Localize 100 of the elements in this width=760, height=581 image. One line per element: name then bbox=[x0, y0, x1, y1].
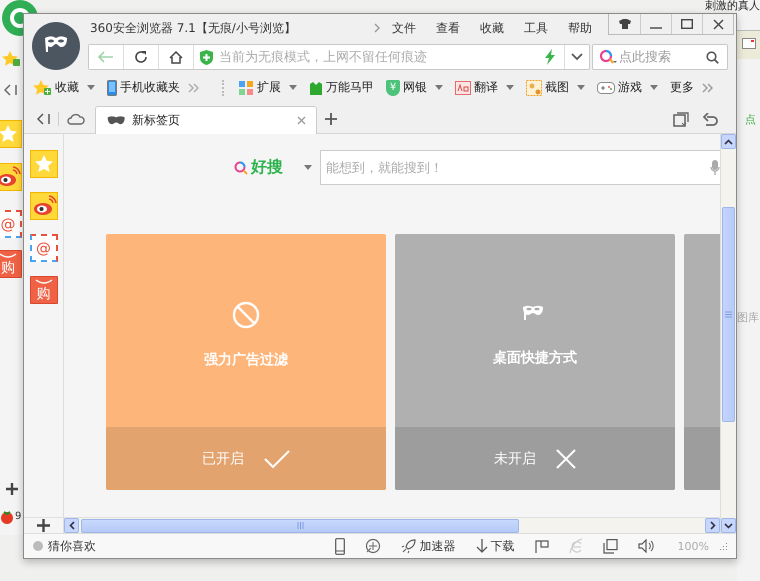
extension-grid-icon bbox=[238, 80, 254, 96]
mail-icon[interactable]: @ bbox=[30, 234, 58, 262]
scroll-down-button[interactable] bbox=[721, 518, 736, 533]
scroll-up-button[interactable] bbox=[721, 134, 736, 149]
bookmark-button[interactable]: 收藏 bbox=[32, 78, 79, 96]
bookmark-button[interactable]: 翻译 bbox=[455, 79, 498, 96]
chevron-down-icon bbox=[724, 522, 733, 528]
cloud-icon[interactable] bbox=[67, 113, 85, 125]
scroll-right-button[interactable] bbox=[705, 518, 720, 533]
microphone-icon[interactable] bbox=[710, 160, 720, 176]
menu-item[interactable]: 文件 bbox=[382, 20, 426, 36]
bookmark-button[interactable]: 截图 bbox=[526, 79, 569, 96]
translate-icon bbox=[455, 80, 471, 94]
chevron-right-icon bbox=[710, 521, 716, 530]
bookmark-button[interactable]: 更多 bbox=[670, 79, 694, 96]
maximize-button[interactable] bbox=[671, 14, 702, 34]
status-text: 未开启 bbox=[494, 450, 536, 468]
card-title: 强力广告过滤 bbox=[204, 350, 288, 368]
flag-icon bbox=[534, 540, 549, 552]
lightning-icon[interactable] bbox=[544, 49, 556, 65]
browser-tab[interactable]: 新标签页 bbox=[95, 106, 317, 134]
scroll-left-button[interactable] bbox=[64, 518, 79, 533]
checkmark-icon bbox=[264, 448, 290, 468]
status-text: 已开启 bbox=[202, 450, 244, 468]
counter-text: 9 bbox=[15, 511, 22, 523]
mail-icon[interactable]: @ bbox=[0, 210, 22, 238]
close-button[interactable] bbox=[702, 14, 733, 34]
menu-item[interactable]: 查看 bbox=[426, 20, 470, 36]
window-title: 360安全浏览器 7.1【无痕/小号浏览】 bbox=[90, 20, 297, 36]
phone-icon bbox=[334, 538, 345, 554]
dropdown-chevron-icon[interactable] bbox=[571, 53, 583, 61]
shirt-icon bbox=[618, 19, 630, 29]
colorful-search-icon[interactable] bbox=[599, 49, 617, 65]
plus-icon[interactable] bbox=[325, 113, 337, 125]
bookmark-button[interactable]: 手机收藏夹 bbox=[107, 79, 180, 96]
chevron-right-icon[interactable] bbox=[374, 23, 382, 33]
address-placeholder: 当前为无痕模式，上网不留任何痕迹 bbox=[219, 49, 428, 66]
grip-lines-icon bbox=[296, 522, 304, 529]
caret-icon[interactable] bbox=[577, 85, 585, 90]
card-title: 桌面快捷方式 bbox=[493, 348, 577, 366]
caret-icon[interactable] bbox=[506, 85, 514, 90]
search-placeholder: 点此搜索 bbox=[619, 49, 672, 66]
dot-icon bbox=[32, 540, 44, 552]
grip-lines-icon bbox=[725, 311, 732, 318]
caret-icon[interactable] bbox=[289, 85, 297, 90]
resize-grip-icon[interactable] bbox=[719, 542, 728, 550]
recommend-button[interactable]: 猜你喜欢 bbox=[32, 538, 96, 554]
caret-icon[interactable] bbox=[435, 85, 443, 90]
caret-icon[interactable] bbox=[87, 85, 95, 90]
mask-avatar-icon bbox=[32, 22, 80, 70]
download-arrow-icon bbox=[476, 538, 488, 554]
minimize-icon bbox=[650, 27, 662, 29]
bookmark-button[interactable]: 万能马甲 bbox=[309, 79, 374, 96]
vertical-scroll-thumb[interactable] bbox=[722, 207, 735, 422]
double-chevron-icon[interactable] bbox=[702, 82, 714, 92]
shield-icon bbox=[200, 50, 213, 64]
home-icon bbox=[169, 50, 183, 64]
menu-item[interactable]: 帮助 bbox=[558, 20, 602, 36]
refresh-icon bbox=[134, 50, 148, 64]
status-bar-button[interactable]: 下载 bbox=[476, 538, 515, 554]
phone-icon bbox=[107, 80, 117, 96]
star-icon[interactable] bbox=[0, 120, 22, 148]
back-arrow-icon bbox=[98, 51, 114, 63]
caret-icon[interactable] bbox=[650, 85, 658, 90]
caret-icon[interactable] bbox=[304, 165, 312, 170]
tomato-icon bbox=[0, 510, 14, 524]
maximize-icon bbox=[681, 19, 693, 29]
undo-icon[interactable] bbox=[703, 112, 718, 126]
menu-item[interactable]: 收藏 bbox=[470, 20, 514, 36]
chevron-up-icon bbox=[724, 138, 733, 144]
collapse-icon[interactable] bbox=[37, 113, 50, 125]
search-placeholder: 能想到，就能搜到！ bbox=[326, 160, 444, 176]
vest-icon bbox=[309, 80, 323, 94]
bookmark-button[interactable]: ¥ 网银 bbox=[386, 79, 427, 96]
close-icon bbox=[712, 18, 724, 30]
close-icon[interactable] bbox=[297, 116, 306, 125]
weibo-icon[interactable] bbox=[30, 192, 58, 220]
window-icon bbox=[602, 538, 618, 554]
bookmark-button[interactable]: 扩展 bbox=[238, 79, 281, 96]
weibo-icon[interactable] bbox=[0, 163, 22, 191]
search-icon[interactable] bbox=[706, 50, 719, 64]
screenshot-icon bbox=[526, 80, 542, 96]
chevron-left-icon bbox=[68, 521, 74, 530]
speaker-icon bbox=[638, 539, 654, 553]
plus-icon[interactable] bbox=[5, 482, 19, 496]
shield-yuan-icon: ¥ bbox=[386, 80, 400, 96]
bookmark-button[interactable]: 游戏 bbox=[597, 79, 642, 96]
prohibited-icon bbox=[232, 300, 260, 328]
rocket-icon bbox=[400, 538, 417, 554]
star-plus-icon[interactable] bbox=[1, 50, 21, 68]
plus-icon[interactable] bbox=[37, 519, 50, 532]
mask-icon bbox=[106, 114, 126, 127]
headline-text: 刺激的真人 bbox=[705, 0, 760, 12]
horizontal-scroll-thumb[interactable] bbox=[81, 518, 519, 532]
tab-list-icon[interactable] bbox=[673, 112, 689, 126]
magnifier-icon bbox=[234, 160, 248, 174]
collapse-icon[interactable] bbox=[4, 84, 18, 96]
gamepad-icon bbox=[597, 80, 615, 94]
status-bar-button[interactable]: 加速器 bbox=[400, 538, 456, 554]
menu-item[interactable]: 工具 bbox=[514, 20, 558, 36]
